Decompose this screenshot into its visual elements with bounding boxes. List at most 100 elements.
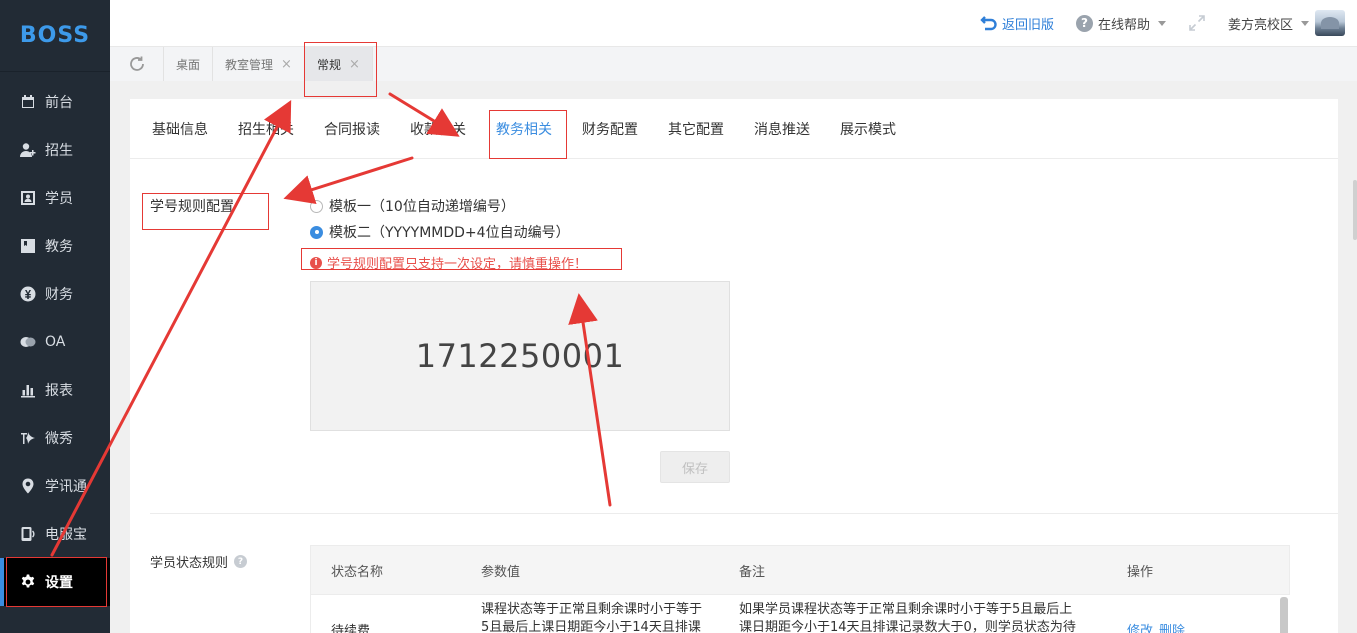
sidebar-item-label: 学讯通 <box>45 479 87 495</box>
sidebar-item-label: 前台 <box>45 95 73 111</box>
sidebar-item-xuexuntong[interactable]: 学讯通 <box>0 462 110 510</box>
tab-other[interactable]: 其它配置 <box>668 119 724 139</box>
sidebar: BOSS 前台 招生 学员 教务 财务 OA 报表 微秀 学讯通 电服宝 设置 <box>0 0 110 633</box>
table-header: 状态名称 参数值 备注 操作 <box>310 545 1290 595</box>
sidebar-item-students[interactable]: 学员 <box>0 174 110 222</box>
status-rules-table: 状态名称 参数值 备注 操作 待续费 课程状态等于正常且剩余课时小于等于 5且最… <box>310 545 1290 633</box>
show-icon <box>20 430 36 446</box>
back-to-old-version-link[interactable]: 返回旧版 <box>980 14 1054 33</box>
template-one-option[interactable]: 模板一（10位自动递增编号） <box>310 196 515 216</box>
help-label: 在线帮助 <box>1097 17 1150 33</box>
sidebar-item-label: 电服宝 <box>45 527 87 543</box>
annotation-box-id-rule <box>142 193 269 230</box>
tab-display-mode[interactable]: 展示模式 <box>840 119 896 139</box>
note: 如果学员课程状态等于正常且剩余课时小于等于5且最后上 课日期距今小于14天且排课… <box>719 601 1107 633</box>
sidebar-item-finance[interactable]: 财务 <box>0 270 110 318</box>
sidebar-item-label: 教务 <box>45 239 73 255</box>
top-header: 返回旧版 ? 在线帮助 姜方亮校区 <box>110 0 1357 47</box>
book-icon <box>20 238 36 254</box>
sidebar-item-weixiu[interactable]: 微秀 <box>0 414 110 462</box>
fullscreen-button[interactable] <box>1188 14 1206 32</box>
tab-notifications[interactable]: 消息推送 <box>754 119 810 139</box>
tab-contract[interactable]: 合同报读 <box>324 119 380 139</box>
sidebar-item-frontdesk[interactable]: 前台 <box>0 78 110 126</box>
sidebar-item-label: 微秀 <box>45 431 73 447</box>
section-divider <box>150 513 1338 514</box>
table-row: 待续费 课程状态等于正常且剩余课时小于等于 5且最后上课日期距今小于14天且排课… <box>310 595 1290 633</box>
chevron-down-icon <box>1157 20 1166 26</box>
help-icon: ? <box>1075 14 1093 32</box>
refresh-button[interactable] <box>110 47 164 81</box>
tab-basic-info[interactable]: 基础信息 <box>152 119 208 139</box>
tab-payment[interactable]: 收款相关 <box>410 119 466 139</box>
student-id-preview: 1712250001 <box>310 281 730 431</box>
expand-icon <box>1189 15 1205 31</box>
sidebar-item-reports[interactable]: 报表 <box>0 366 110 414</box>
settings-card: 基础信息 招生相关 合同报读 收款相关 教务相关 财务配置 其它配置 消息推送 … <box>130 99 1338 633</box>
annotation-box-warning <box>301 248 622 270</box>
param-line: 课程状态等于正常且剩余课时小于等于 <box>481 602 703 617</box>
page-tab-classroom[interactable]: 教室管理 × <box>213 47 305 81</box>
delete-link[interactable]: 删除 <box>1159 624 1185 633</box>
close-icon[interactable]: × <box>281 57 292 72</box>
campus-label: 姜方亮校区 <box>1227 17 1293 33</box>
param-line: 5且最后上课日期距今小于14天且排课 <box>481 620 701 633</box>
sidebar-item-oa[interactable]: OA <box>0 318 110 366</box>
sidebar-item-label: OA <box>45 334 66 350</box>
annotation-box-academics-tab <box>489 110 567 159</box>
note-line: 如果学员课程状态等于正常且剩余课时小于等于5且最后上 <box>739 602 1073 617</box>
add-user-icon <box>20 142 36 158</box>
row-actions: 修改 删除 <box>1107 601 1267 633</box>
radio-button[interactable] <box>310 199 323 213</box>
annotation-box-settings <box>6 557 107 607</box>
student-status-rule-label: 学员状态规则 ? <box>150 552 248 571</box>
column-header: 参数值 <box>481 564 521 580</box>
sidebar-item-enrollment[interactable]: 招生 <box>0 126 110 174</box>
option-label: 模板一（10位自动递增编号） <box>329 199 515 215</box>
sidebar-item-academics[interactable]: 教务 <box>0 222 110 270</box>
yen-icon <box>20 286 36 302</box>
radio-button[interactable] <box>310 225 323 239</box>
edit-link[interactable]: 修改 <box>1127 624 1153 633</box>
save-button[interactable]: 保存 <box>660 451 730 483</box>
page-tab-desktop[interactable]: 桌面 <box>164 47 214 81</box>
sidebar-item-label: 报表 <box>45 383 73 399</box>
table-scrollbar[interactable] <box>1280 597 1288 633</box>
id-card-icon <box>20 190 36 206</box>
option-label: 模板二（YYYYMMDD+4位自动编号） <box>329 225 570 241</box>
back-label: 返回旧版 <box>1001 17 1054 33</box>
column-header: 操作 <box>1127 564 1154 580</box>
help-icon[interactable]: ? <box>234 555 248 568</box>
phone-icon <box>20 526 36 542</box>
column-header: 状态名称 <box>331 564 384 580</box>
refresh-icon <box>129 56 144 71</box>
tab-enrollment[interactable]: 招生相关 <box>238 119 294 139</box>
annotation-box-general-tab <box>304 42 377 97</box>
sidebar-item-dianfubao[interactable]: 电服宝 <box>0 510 110 558</box>
page-tab-label: 桌面 <box>176 57 201 72</box>
boss-logo[interactable]: BOSS <box>0 0 110 72</box>
chat-icon <box>20 334 36 350</box>
status-rule-label: 学员状态规则 <box>150 556 229 571</box>
param-value: 课程状态等于正常且剩余课时小于等于 5且最后上课日期距今小于14天且排课 <box>461 601 719 633</box>
tab-finance[interactable]: 财务配置 <box>582 119 638 139</box>
sidebar-item-label: 招生 <box>45 143 73 159</box>
sidebar-item-label: 财务 <box>45 287 73 303</box>
page-tab-label: 教室管理 <box>225 57 274 72</box>
campus-switcher[interactable]: 姜方亮校区 <box>1228 10 1345 36</box>
avatar[interactable] <box>1315 10 1345 36</box>
sidebar-item-label: 学员 <box>45 191 73 207</box>
page-tabs-bar: 桌面 教室管理 × 常规 × <box>110 47 1357 81</box>
chevron-down-icon <box>1301 20 1309 26</box>
bar-chart-icon <box>20 382 36 398</box>
undo-icon <box>980 16 997 31</box>
location-icon <box>20 478 36 494</box>
settings-subtabs: 基础信息 招生相关 合同报读 收款相关 教务相关 财务配置 其它配置 消息推送 … <box>130 99 1338 159</box>
template-two-option[interactable]: 模板二（YYYYMMDD+4位自动编号） <box>310 222 570 242</box>
note-line: 课日期距今小于14天且排课记录数大于0，则学员状态为待 <box>739 620 1076 633</box>
online-help-menu[interactable]: ? 在线帮助 <box>1075 14 1166 33</box>
column-header: 备注 <box>739 564 766 580</box>
page-scrollbar[interactable] <box>1353 180 1357 240</box>
calendar-icon <box>20 94 36 110</box>
status-name: 待续费 <box>331 624 371 633</box>
